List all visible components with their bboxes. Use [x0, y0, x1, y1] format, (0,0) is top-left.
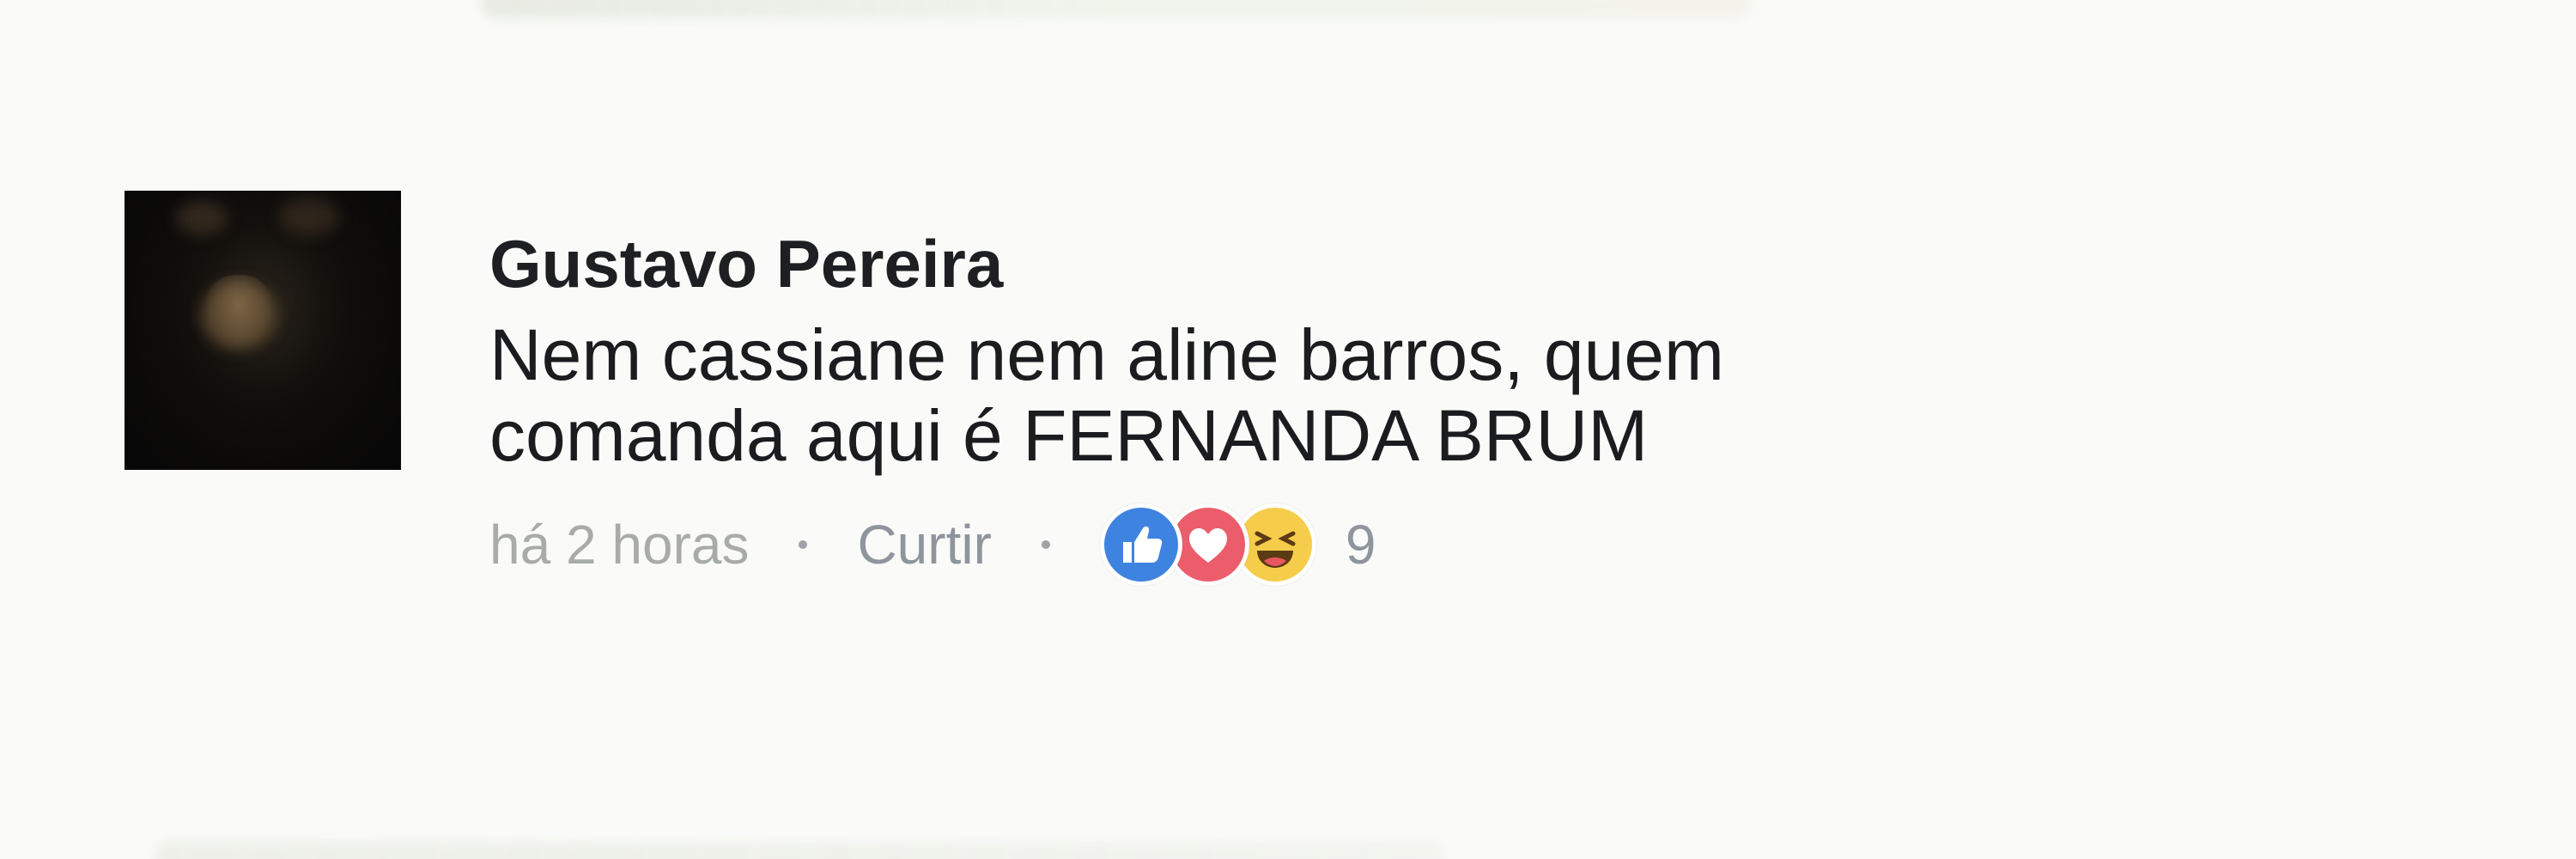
comment-text: Nem cassiane nem aline barros, quem coma… — [489, 314, 2464, 476]
avatar-face — [204, 275, 274, 352]
comment-author[interactable]: Gustavo Pereira — [489, 225, 2464, 302]
avatar-detail — [176, 201, 228, 235]
comment-text-line: Nem cassiane nem aline barros, quem — [489, 314, 1725, 395]
reactions-summary[interactable]: 9 — [1099, 503, 1376, 586]
like-icon — [1099, 503, 1182, 586]
comment-meta: há 2 horas Curtir 9 — [489, 493, 2464, 596]
avatar[interactable] — [125, 191, 401, 470]
separator-dot — [1041, 540, 1050, 549]
comment: Gustavo Pereira Nem cassiane nem aline b… — [125, 191, 2443, 775]
comment-body: Gustavo Pereira Nem cassiane nem aline b… — [489, 225, 2464, 596]
like-button[interactable]: Curtir — [857, 513, 991, 576]
comment-text-line: comanda aqui é FERNANDA BRUM — [489, 395, 1649, 476]
reaction-count: 9 — [1345, 514, 1376, 576]
separator-dot — [799, 540, 808, 549]
previous-comment-remnant — [481, 0, 1752, 19]
comment-timestamp[interactable]: há 2 horas — [489, 513, 749, 576]
next-comment-remnant — [155, 842, 1443, 859]
avatar-detail — [279, 198, 339, 236]
